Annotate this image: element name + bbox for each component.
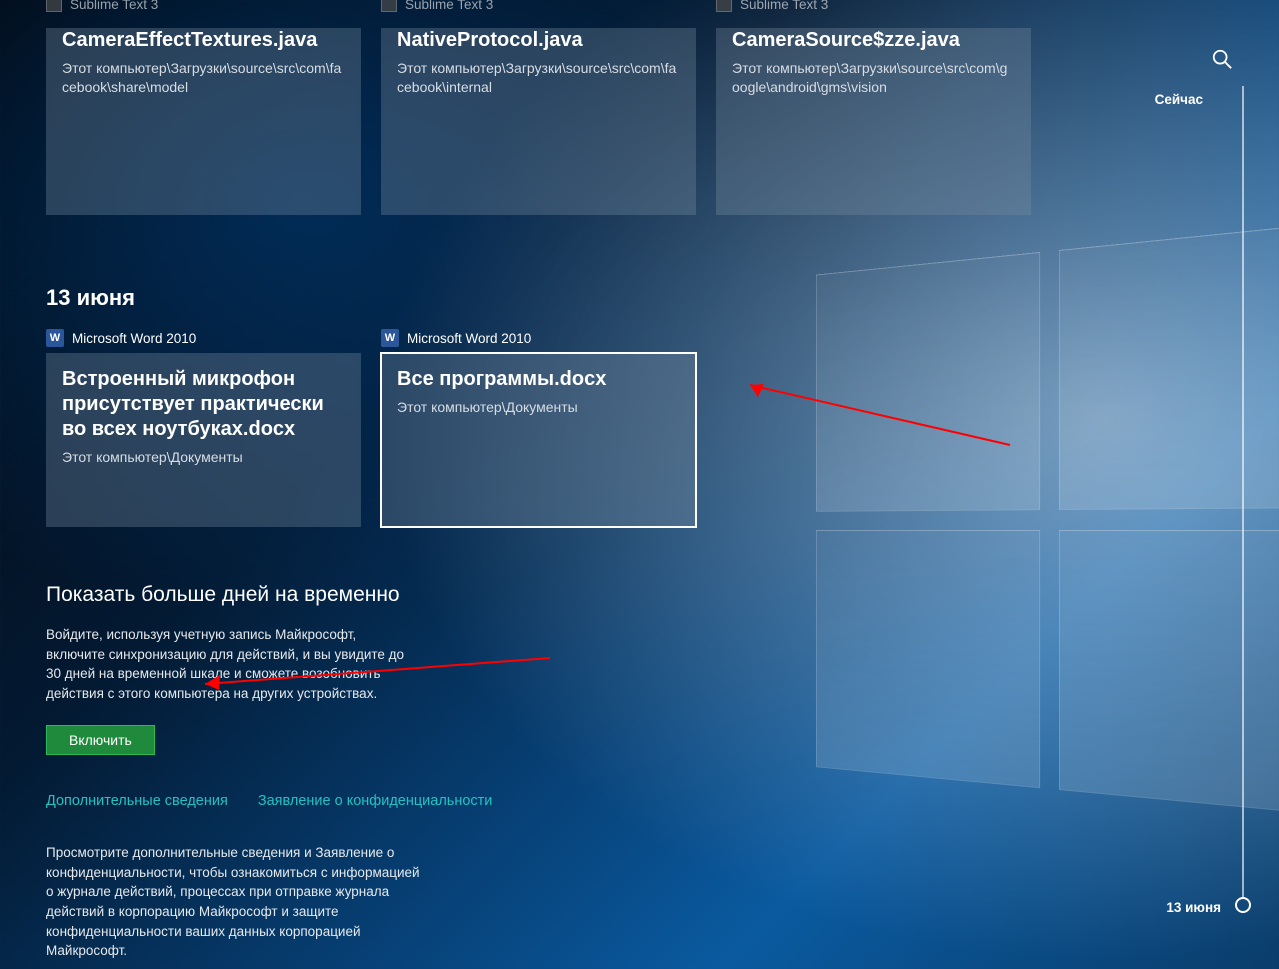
activity-title: NativeProtocol.java bbox=[397, 28, 680, 53]
activity-path: Этот компьютер\Документы bbox=[62, 448, 345, 467]
activity-app-label: Sublime Text 3 bbox=[381, 0, 493, 12]
activity-card[interactable]: CameraSource$zze.java Этот компьютер\Заг… bbox=[716, 28, 1031, 215]
search-icon bbox=[1211, 48, 1233, 70]
activity-row-top: Sublime Text 3 CameraEffectTextures.java… bbox=[46, 0, 1169, 215]
activity-app-name: Sublime Text 3 bbox=[405, 0, 493, 12]
search-button[interactable] bbox=[1207, 44, 1237, 74]
activity-app-name: Sublime Text 3 bbox=[740, 0, 828, 12]
timeline-rail: Сейчас bbox=[1155, 44, 1237, 929]
activity-card[interactable]: Все программы.docx Этот компьютер\Докуме… bbox=[381, 353, 696, 527]
activity-app-name: Microsoft Word 2010 bbox=[407, 331, 531, 346]
activity-app-label: W Microsoft Word 2010 bbox=[381, 329, 696, 347]
activity-title: Встроенный микрофон присутствует практич… bbox=[62, 367, 345, 442]
activity-title: CameraSource$zze.java bbox=[732, 28, 1015, 53]
word-icon: W bbox=[381, 329, 399, 347]
activity-path: Этот компьютер\Загрузки\source\src\com\g… bbox=[732, 59, 1015, 97]
activity-row-mid: W Microsoft Word 2010 Встроенный микрофо… bbox=[46, 329, 1169, 527]
sublime-text-icon bbox=[381, 0, 397, 12]
sublime-text-icon bbox=[716, 0, 732, 12]
timeline-date-heading: 13 июня bbox=[46, 285, 1169, 311]
activity-card[interactable]: NativeProtocol.java Этот компьютер\Загру… bbox=[381, 28, 696, 215]
activity-app-label: Sublime Text 3 bbox=[46, 0, 158, 12]
more-info-link[interactable]: Дополнительные сведения bbox=[46, 793, 228, 809]
activity-card[interactable]: Встроенный микрофон присутствует практич… bbox=[46, 353, 361, 527]
promo-links: Дополнительные сведения Заявление о конф… bbox=[46, 793, 1169, 809]
timeline-scrollbar-track[interactable] bbox=[1242, 86, 1244, 899]
promo-fineprint: Просмотрите дополнительные сведения и За… bbox=[46, 843, 426, 960]
activity-app-name: Sublime Text 3 bbox=[70, 0, 158, 12]
promo-heading: Показать больше дней на временно bbox=[46, 583, 416, 607]
enable-button[interactable]: Включить bbox=[46, 725, 155, 755]
timeline-now-label: Сейчас bbox=[1155, 92, 1203, 107]
promo-body: Войдите, используя учетную запись Майкро… bbox=[46, 625, 416, 703]
promo-section: Показать больше дней на временно Войдите… bbox=[46, 583, 416, 755]
timeline-scrollbar-thumb[interactable] bbox=[1235, 897, 1251, 913]
activity-title: CameraEffectTextures.java bbox=[62, 28, 345, 53]
activity-title: Все программы.docx bbox=[397, 367, 680, 392]
sublime-text-icon bbox=[46, 0, 62, 12]
activity-path: Этот компьютер\Документы bbox=[397, 398, 680, 417]
word-icon: W bbox=[46, 329, 64, 347]
activity-card[interactable]: CameraEffectTextures.java Этот компьютер… bbox=[46, 28, 361, 215]
activity-path: Этот компьютер\Загрузки\source\src\com\f… bbox=[397, 59, 680, 97]
activity-app-label: Sublime Text 3 bbox=[716, 0, 828, 12]
privacy-link[interactable]: Заявление о конфиденциальности bbox=[258, 793, 493, 809]
activity-path: Этот компьютер\Загрузки\source\src\com\f… bbox=[62, 59, 345, 97]
activity-app-label: W Microsoft Word 2010 bbox=[46, 329, 361, 347]
activity-app-name: Microsoft Word 2010 bbox=[72, 331, 196, 346]
timeline-bottom-label: 13 июня bbox=[1166, 900, 1221, 915]
timeline-content: Sublime Text 3 CameraEffectTextures.java… bbox=[46, 0, 1169, 969]
